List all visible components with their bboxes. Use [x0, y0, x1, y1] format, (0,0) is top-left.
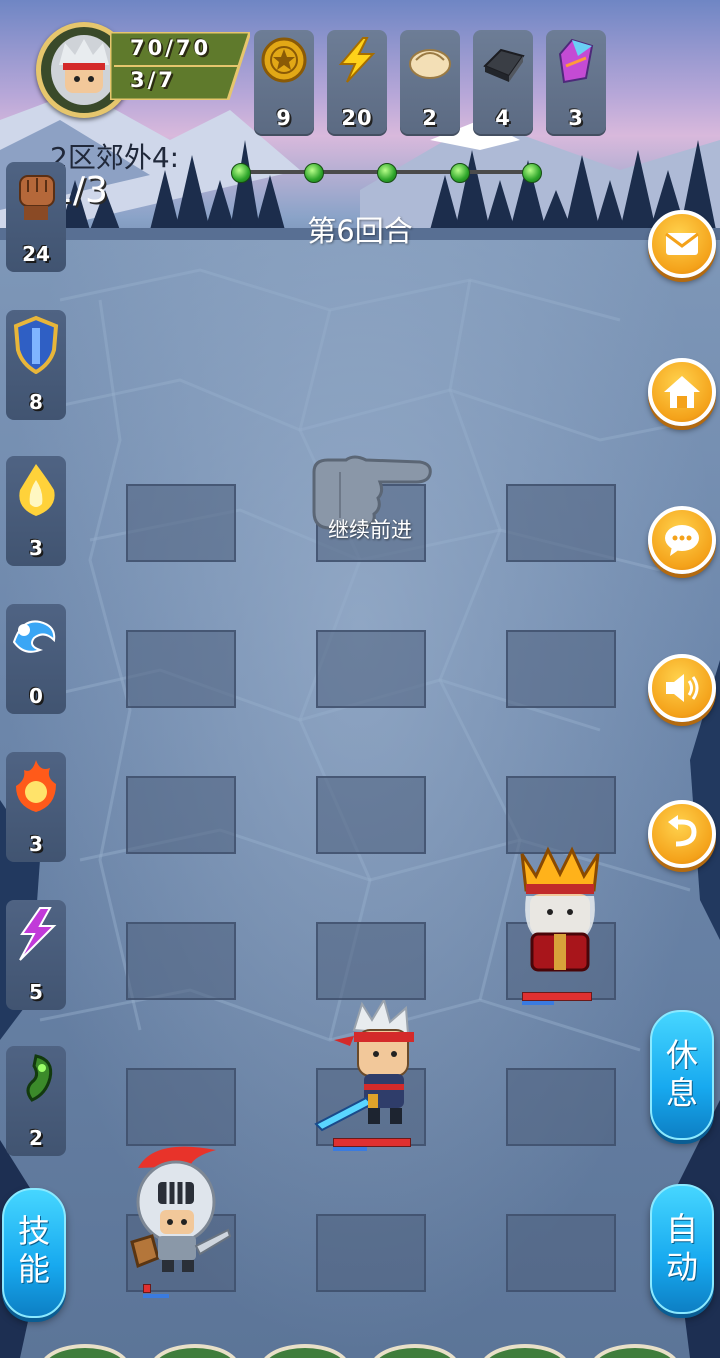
- gold-coin-icon: [261, 37, 307, 83]
- element-shield[interactable]: 8: [6, 310, 66, 420]
- progress-node: [522, 163, 542, 183]
- avatar: [51, 35, 117, 105]
- enemy-knight[interactable]: [124, 1138, 236, 1282]
- back-button[interactable]: [648, 800, 716, 868]
- water-count: 0: [29, 684, 43, 708]
- holy-count: 3: [29, 536, 43, 560]
- chat-icon: [665, 525, 699, 556]
- grid-cell[interactable]: [316, 776, 426, 854]
- mail-button[interactable]: [648, 210, 716, 278]
- iron-count: 4: [495, 106, 511, 130]
- chat-button[interactable]: [648, 506, 716, 574]
- fire-icon: [16, 760, 56, 812]
- skill-button-label: 技能: [17, 1212, 50, 1288]
- progress-node: [450, 163, 470, 183]
- resource-crystal[interactable]: 3: [546, 30, 606, 136]
- game-screen: 70/70 3/7 9 20 2 4 3 2区郊外4: 1/3 第6回合 24 …: [0, 0, 720, 1358]
- enemy-king[interactable]: [512, 846, 608, 976]
- hp-value: 70/70: [130, 36, 212, 60]
- fist-count: 24: [22, 242, 50, 266]
- shield-count: 8: [29, 390, 43, 414]
- fire-count: 3: [29, 832, 43, 856]
- dumpling-count: 2: [422, 106, 438, 130]
- progress-node: [304, 163, 324, 183]
- shield-icon: [13, 315, 59, 374]
- auto-button-label: 自动: [665, 1210, 698, 1286]
- hero-hp-bar: [333, 1138, 411, 1147]
- grid-cell[interactable]: [126, 1068, 236, 1146]
- grid-cell[interactable]: [316, 1214, 426, 1292]
- element-fist[interactable]: 24: [6, 162, 66, 272]
- resource-energy[interactable]: 20: [327, 30, 387, 136]
- back-icon: [668, 815, 697, 847]
- crystal-count: 3: [568, 106, 584, 130]
- grid-cell[interactable]: [126, 776, 236, 854]
- grid-cell[interactable]: [506, 484, 616, 562]
- progress-node: [231, 163, 251, 183]
- grid-cell[interactable]: [506, 1214, 616, 1292]
- mail-icon: [665, 232, 699, 255]
- sound-button[interactable]: [648, 654, 716, 722]
- element-poison[interactable]: 2: [6, 1046, 66, 1156]
- poison-icon: [26, 1054, 53, 1102]
- hero-avatar-icon: [59, 39, 109, 93]
- grid-cell[interactable]: [126, 630, 236, 708]
- resource-iron[interactable]: 4: [473, 30, 533, 136]
- poison-count: 2: [29, 1126, 43, 1150]
- coin-count: 9: [276, 106, 292, 130]
- grid-cell[interactable]: [506, 630, 616, 708]
- enemy-mp-bar: [522, 1001, 554, 1005]
- grid-cell[interactable]: [126, 484, 236, 562]
- rest-button[interactable]: 休息: [650, 1010, 714, 1140]
- round-label: 第6回合: [307, 214, 413, 248]
- grid-cell[interactable]: [506, 1068, 616, 1146]
- resource-dumpling[interactable]: 2: [400, 30, 460, 136]
- auto-button[interactable]: 自动: [650, 1184, 714, 1314]
- grid-cell[interactable]: [316, 922, 426, 1000]
- energy-count: 20: [341, 106, 373, 130]
- continue-hint[interactable]: 继续前进: [300, 514, 440, 544]
- home-icon: [664, 376, 700, 408]
- hero-mp-bar: [333, 1147, 367, 1151]
- grid-cell[interactable]: [316, 630, 426, 708]
- grid-cell[interactable]: [506, 776, 616, 854]
- crystal-icon: [558, 38, 594, 84]
- element-holy[interactable]: 3: [6, 456, 66, 566]
- holy-flame-icon: [19, 464, 55, 516]
- element-water[interactable]: 0: [6, 604, 66, 714]
- resource-coin[interactable]: 9: [254, 30, 314, 136]
- iron-ingot-icon: [483, 48, 525, 82]
- progress-node: [377, 163, 397, 183]
- skill-button[interactable]: 技能: [2, 1188, 66, 1318]
- hero-character[interactable]: [306, 1000, 442, 1136]
- dumpling-icon: [409, 49, 451, 79]
- grid-cell[interactable]: [126, 922, 236, 1000]
- water-wave-icon: [12, 620, 56, 653]
- rest-button-label: 休息: [665, 1036, 698, 1112]
- fist-icon: [19, 175, 55, 220]
- element-fire[interactable]: 3: [6, 752, 66, 862]
- element-lightning[interactable]: 5: [6, 900, 66, 1010]
- home-button[interactable]: [648, 358, 716, 426]
- knight-mp-bar: [143, 1294, 169, 1298]
- moves-value: 3/7: [130, 68, 176, 92]
- lightning-icon: [338, 37, 376, 83]
- knight-hp-bar: [143, 1284, 151, 1293]
- hero-stat-plate: 70/70 3/7: [110, 32, 250, 100]
- lightning-purple-icon: [19, 907, 57, 961]
- sound-icon: [666, 674, 699, 702]
- lightning-count: 5: [29, 980, 43, 1004]
- enemy-hp-bar: [522, 992, 592, 1001]
